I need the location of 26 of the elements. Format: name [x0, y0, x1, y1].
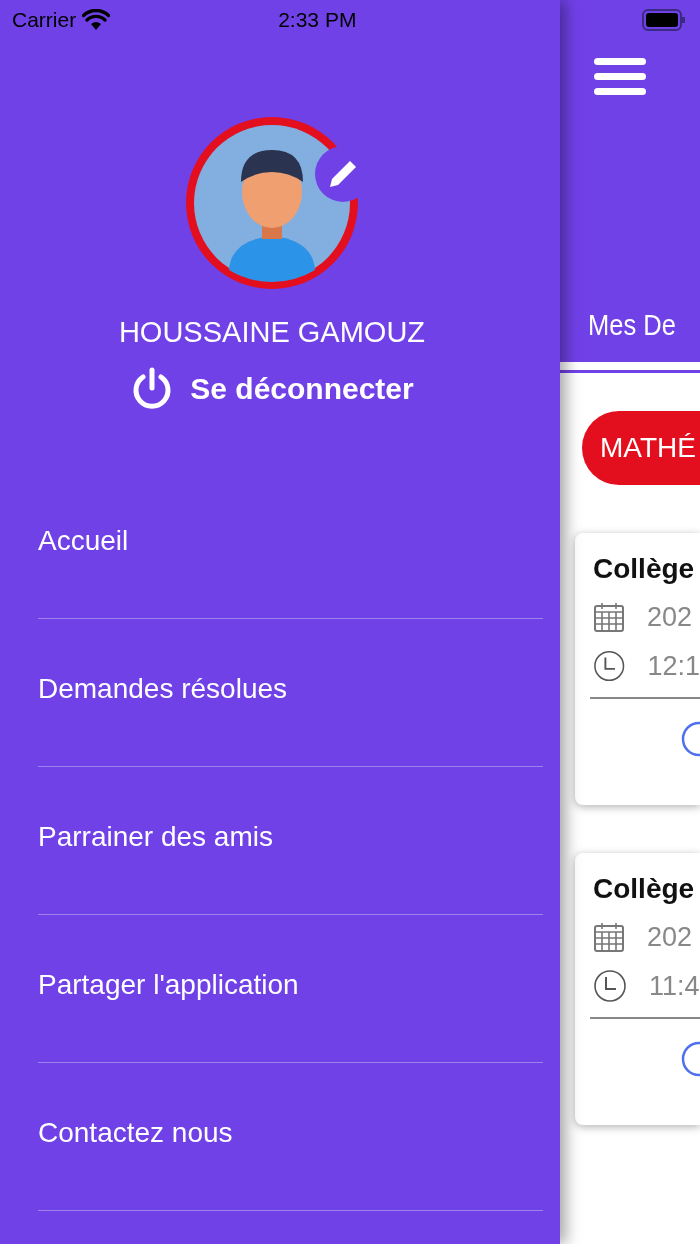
clock-icon: [593, 969, 627, 1003]
date-text: 202: [647, 921, 693, 953]
status-time: 2:33 PM: [278, 8, 357, 32]
card-title: Collège: [593, 553, 695, 585]
menu-icon[interactable]: [594, 56, 646, 98]
request-card[interactable]: Collège 202 12:1: [575, 533, 700, 805]
menu-item[interactable]: Contactez nous: [38, 1116, 233, 1149]
time-text: 11:4: [649, 970, 700, 1002]
tab[interactable]: Mes De: [588, 308, 684, 342]
user-name: HOUSSAINE GAMOUZ: [118, 316, 426, 349]
wifi-icon: [82, 9, 111, 31]
time-text: 12:1: [647, 650, 700, 682]
date-text: 202: [647, 601, 693, 633]
menu-item[interactable]: Accueil: [38, 524, 129, 557]
subject-chip[interactable]: MATHÉ: [582, 411, 700, 485]
battery-icon: [642, 9, 686, 31]
menu-item[interactable]: Demandes résolues: [38, 672, 288, 705]
calendar-icon: [593, 921, 625, 953]
carrier-label: Carrier: [12, 8, 77, 32]
request-card[interactable]: Collège 202 11:4: [575, 853, 700, 1125]
calendar-icon: [593, 601, 625, 633]
clock-icon: [593, 649, 626, 683]
menu-item[interactable]: Partager l'application: [38, 968, 299, 1001]
logout-link[interactable]: Se déconnecter: [190, 372, 414, 406]
card-title: Collège: [593, 873, 695, 905]
menu-item[interactable]: Parrainer des amis: [38, 820, 273, 853]
